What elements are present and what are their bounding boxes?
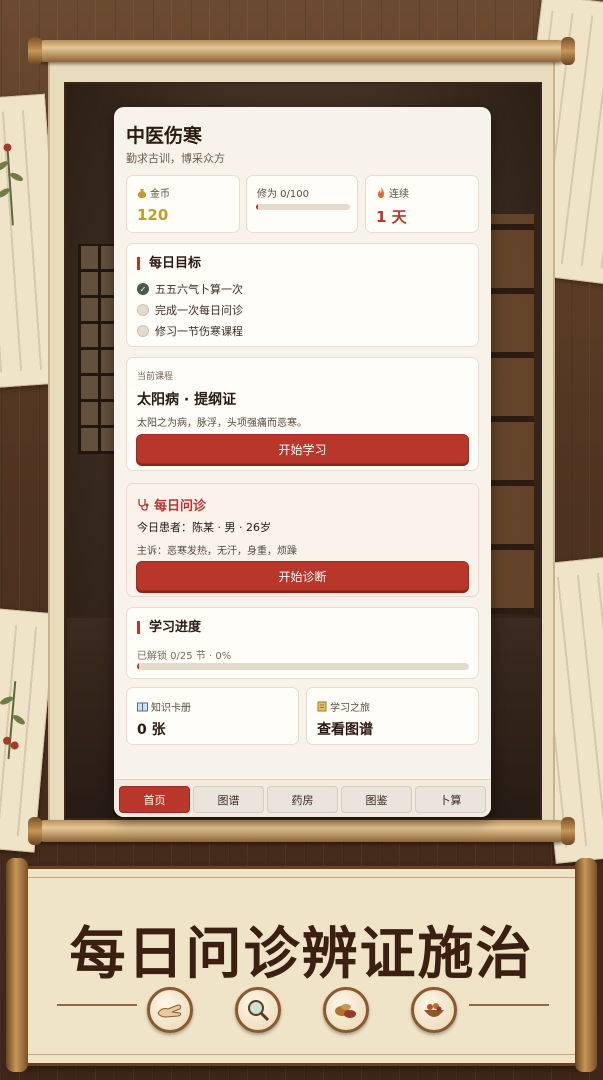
- goal-item[interactable]: 完成一次每日问诊: [137, 302, 243, 318]
- learning-progress-title: 学习进度: [137, 621, 201, 634]
- patient-info: 今日患者：陈某 · 男 · 26岁: [137, 521, 271, 534]
- scroll-icon: [317, 701, 327, 712]
- pulse-hand-icon: [147, 987, 193, 1033]
- scroll-rod-top: [28, 37, 575, 65]
- chief-complaint: 主诉：恶寒发热，无汗，身重，烦躁: [137, 546, 297, 557]
- flame-icon: [378, 187, 384, 198]
- cultivation-label: 修为 0/100: [257, 189, 309, 200]
- cultivation-progress-fill: [256, 204, 258, 210]
- stethoscope-icon: [138, 499, 149, 511]
- coins-label: 金币: [150, 189, 170, 200]
- banner-divider: [57, 1004, 137, 1006]
- tab-atlas[interactable]: 图谱: [193, 786, 264, 813]
- learning-progress-fill: [137, 663, 139, 670]
- tab-home[interactable]: 首页: [119, 786, 190, 813]
- learning-progress-card: 学习进度 已解锁 0/25 节 · 0%: [126, 607, 479, 679]
- start-diagnosis-button[interactable]: 开始诊断: [136, 561, 469, 591]
- course-title: 太阳病 · 提纲证: [137, 392, 237, 408]
- knowledge-cards-value: 0 张: [137, 722, 166, 738]
- learning-journey-label: 学习之旅: [330, 703, 370, 714]
- learning-journey-card[interactable]: 学习之旅 查看图谱: [306, 687, 479, 745]
- coin-bag-icon: [137, 189, 147, 198]
- cultivation-progress-bar: [256, 204, 350, 210]
- knowledge-cards-label: 知识卡册: [151, 703, 191, 714]
- banner-rod-left: [6, 858, 28, 1072]
- cultivation-card: 修为 0/100: [246, 175, 358, 233]
- tab-encyclopedia[interactable]: 图鉴: [341, 786, 412, 813]
- coins-value: 120: [137, 206, 169, 224]
- book-icon: [137, 702, 148, 711]
- tab-divination[interactable]: 卜算: [415, 786, 486, 813]
- course-description: 太阳之为病，脉浮，头项强痛而恶寒。: [137, 418, 307, 429]
- app-screen: 中医伤寒 勤求古训，博采众方 金币 120 修为 0/100 连续 1 天 每日…: [114, 107, 491, 817]
- learning-progress-bar: [137, 663, 469, 670]
- checkmark-icon: ✓: [137, 283, 149, 295]
- current-course-card: 当前课程 太阳病 · 提纲证 太阳之为病，脉浮，头项强痛而恶寒。 开始学习: [126, 357, 479, 471]
- streak-label: 连续: [389, 189, 409, 200]
- app-subtitle: 勤求古训，博采众方: [126, 152, 225, 165]
- tab-pharmacy[interactable]: 药房: [267, 786, 338, 813]
- daily-goals-title: 每日目标: [137, 257, 201, 270]
- current-course-label: 当前课程: [137, 372, 174, 382]
- scroll-rod-bottom: [28, 817, 575, 845]
- promo-banner: 每日问诊辨证施治: [14, 866, 589, 1066]
- goal-item[interactable]: 修习一节伤寒课程: [137, 323, 243, 339]
- app-title: 中医伤寒: [126, 125, 203, 147]
- unchecked-circle-icon: [137, 325, 149, 337]
- daily-consult-title: 每日问诊: [154, 499, 207, 514]
- view-map-link[interactable]: 查看图谱: [317, 719, 373, 739]
- start-learning-button[interactable]: 开始学习: [136, 434, 469, 464]
- unchecked-circle-icon: [137, 304, 149, 316]
- streak-card: 连续 1 天: [365, 175, 479, 233]
- banner-rod-right: [575, 858, 597, 1072]
- magnifier-herb-icon: [235, 987, 281, 1033]
- bottom-tab-bar: 首页 图谱 药房 图鉴 卜算: [114, 779, 491, 817]
- progress-text: 已解锁 0/25 节 · 0%: [137, 651, 232, 662]
- knowledge-cards-card[interactable]: 知识卡册 0 张: [126, 687, 299, 745]
- daily-consult-card: 每日问诊 今日患者：陈某 · 男 · 26岁 主诉：恶寒发热，无汗，身重，烦躁 …: [126, 483, 479, 597]
- coins-card: 金币 120: [126, 175, 240, 233]
- daily-goals-card: 每日目标 ✓ 五五六气卜算一次 完成一次每日问诊 修习一节伤寒课程: [126, 243, 479, 347]
- herb-bowl-icon: [411, 987, 457, 1033]
- herb-pile-icon: [323, 987, 369, 1033]
- streak-value: 1 天: [376, 208, 407, 226]
- banner-divider: [469, 1004, 549, 1006]
- goal-item[interactable]: ✓ 五五六气卜算一次: [137, 281, 243, 297]
- banner-headline: 每日问诊辨证施治: [69, 921, 534, 987]
